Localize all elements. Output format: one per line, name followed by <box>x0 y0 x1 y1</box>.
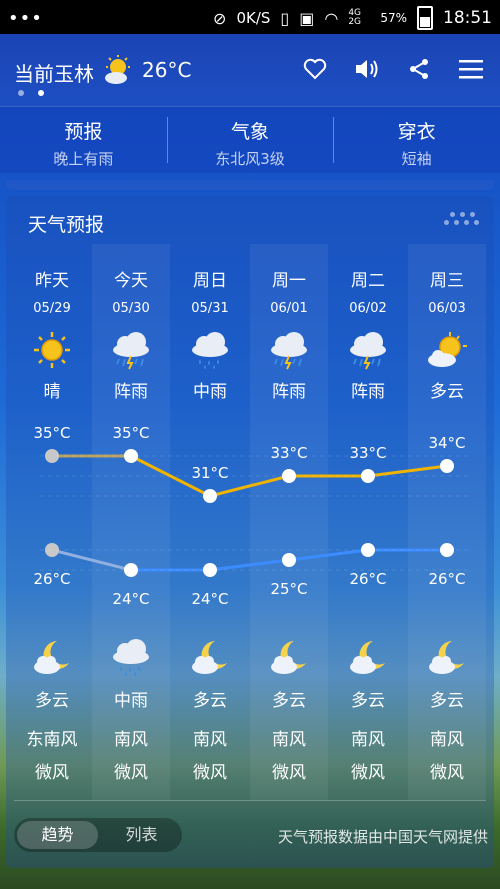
toggle-trend[interactable]: 趋势 <box>17 821 98 849</box>
collapsed-card <box>6 180 494 190</box>
day-column: 昨天 05/29 <box>13 266 91 316</box>
moon-cloud-icon <box>13 637 91 677</box>
wind-level: 微风 <box>193 763 227 783</box>
speaker-icon[interactable] <box>352 54 382 84</box>
day-name: 今天 <box>114 271 148 291</box>
tab-title: 穿衣 <box>397 121 436 143</box>
day-column: 周一 06/01 <box>250 266 328 316</box>
page-indicator <box>18 90 44 96</box>
tab-subtitle: 短袖 <box>401 150 432 168</box>
moon-cloud-icon <box>408 637 486 677</box>
day-column: 周日 05/31 <box>171 266 249 316</box>
sim-icon: ▣ <box>299 8 315 28</box>
day-name: 周一 <box>272 271 306 291</box>
day-column: 周二 06/02 <box>329 266 407 316</box>
thunder-rain-icon <box>329 330 407 370</box>
tab-clothing[interactable]: 穿衣 短袖 <box>333 107 500 173</box>
tab-weather[interactable]: 气象 东北风3级 <box>166 107 334 173</box>
wind-direction: 东南风 <box>26 730 78 750</box>
battery-percent: 57% <box>380 11 407 25</box>
night-condition: 中雨 <box>114 691 148 711</box>
day-date: 05/30 <box>112 301 150 316</box>
wind-level: 微风 <box>114 763 148 783</box>
wind-direction: 南风 <box>114 730 148 750</box>
tab-title: 预报 <box>64 121 103 143</box>
partly-cloudy-icon <box>408 330 486 370</box>
moon-cloud-icon <box>250 637 328 677</box>
city-name[interactable]: 当前玉林 <box>14 58 94 87</box>
day-name: 周二 <box>351 271 385 291</box>
day-column: 周三 06/03 <box>408 266 486 316</box>
sunny-icon <box>13 330 91 370</box>
moon-cloud-icon <box>171 637 249 677</box>
network-speed: 0K/S <box>236 9 271 27</box>
info-tabs: 预报 晚上有雨 气象 东北风3级 穿衣 短袖 <box>0 106 500 173</box>
wind-direction: 南风 <box>351 730 385 750</box>
rain-cloud-icon <box>92 637 170 677</box>
tab-title: 气象 <box>231 121 270 143</box>
night-condition: 多云 <box>272 691 306 711</box>
wifi-icon: ◠ <box>324 8 339 28</box>
day-condition: 阵雨 <box>272 382 306 402</box>
day-condition: 中雨 <box>193 382 227 402</box>
battery-icon <box>417 6 433 30</box>
tab-forecast[interactable]: 预报 晚上有雨 <box>0 107 167 173</box>
day-condition: 阵雨 <box>351 382 385 402</box>
thunder-rain-icon <box>250 330 328 370</box>
partly-cloudy-icon <box>105 55 130 84</box>
divider <box>14 800 486 801</box>
rain-cloud-icon <box>171 330 249 370</box>
night-condition: 多云 <box>193 691 227 711</box>
day-name: 周三 <box>430 271 464 291</box>
vibrate-icon: ▯ <box>280 8 290 28</box>
share-icon[interactable] <box>404 54 434 84</box>
night-condition: 多云 <box>351 691 385 711</box>
day-name: 昨天 <box>35 271 69 291</box>
column-shade <box>250 244 328 800</box>
moon-cloud-icon <box>329 637 407 677</box>
night-condition: 多云 <box>35 691 69 711</box>
day-condition: 晴 <box>43 382 61 402</box>
column-shade <box>92 244 170 800</box>
toggle-list[interactable]: 列表 <box>101 818 182 852</box>
night-condition: 多云 <box>430 691 464 711</box>
day-date: 06/01 <box>270 301 308 316</box>
wind-level: 微风 <box>430 763 464 783</box>
status-bar: ••• ⊘ 0K/S ▯ ▣ ◠ 4G 2G 57% 18:51 <box>0 0 500 34</box>
day-date: 05/29 <box>33 301 71 316</box>
heart-icon[interactable] <box>300 54 330 84</box>
data-source: 天气预报数据由中国天气网提供 <box>277 828 488 846</box>
tab-subtitle: 晚上有雨 <box>53 150 114 168</box>
day-column: 今天 05/30 <box>92 266 170 316</box>
notification-dots: ••• <box>8 8 43 29</box>
day-date: 05/31 <box>191 301 229 316</box>
tab-subtitle: 东北风3级 <box>215 150 285 168</box>
wind-direction: 南风 <box>272 730 306 750</box>
app-header: 当前玉林 26°C <box>0 34 500 106</box>
thunder-rain-icon <box>92 330 170 370</box>
clock: 18:51 <box>443 8 492 28</box>
data-saver-icon: ⊘ <box>213 8 227 28</box>
day-condition: 多云 <box>430 382 464 402</box>
wind-level: 微风 <box>272 763 306 783</box>
current-temp: 26°C <box>142 58 192 82</box>
wind-direction: 南风 <box>193 730 227 750</box>
signal-label: 4G 2G <box>348 8 362 27</box>
wind-direction: 南风 <box>430 730 464 750</box>
column-shade <box>408 244 486 800</box>
wind-level: 微风 <box>35 763 69 783</box>
view-toggle: 趋势 列表 <box>14 818 182 852</box>
more-icon[interactable] <box>444 212 484 228</box>
day-condition: 阵雨 <box>114 382 148 402</box>
panel-title: 天气预报 <box>28 214 105 236</box>
wind-level: 微风 <box>351 763 385 783</box>
day-date: 06/02 <box>349 301 387 316</box>
day-name: 周日 <box>193 271 227 291</box>
day-date: 06/03 <box>428 301 466 316</box>
menu-icon[interactable] <box>456 54 486 84</box>
